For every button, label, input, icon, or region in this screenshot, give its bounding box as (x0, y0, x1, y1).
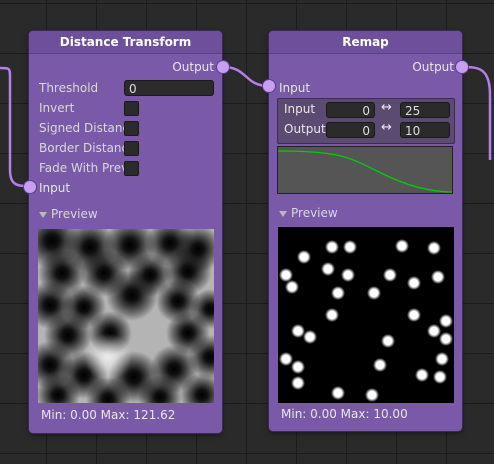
remap-input-port[interactable] (263, 80, 275, 92)
remap-output-port[interactable] (456, 61, 468, 73)
border-distance-checkbox[interactable] (124, 141, 139, 156)
input-from-field[interactable]: 0 (326, 102, 375, 118)
distance-transform-node[interactable]: Distance Transform Output Threshold 0 In… (29, 31, 222, 433)
remap-preview-image (278, 227, 454, 403)
invert-checkbox[interactable] (124, 101, 139, 116)
fade-with-prev-label: Fade With Prev (39, 161, 125, 175)
preview-label: Preview (291, 206, 338, 220)
remap-curve-field[interactable] (277, 146, 453, 194)
input-range-arrow-icon: ↔ (381, 100, 392, 115)
signed-distance-label: Signed Distance (39, 121, 125, 135)
output-port-label: Output (172, 60, 214, 74)
preview-foldout[interactable]: Preview (39, 207, 98, 221)
output-to-field[interactable]: 10 (400, 122, 450, 138)
border-distance-row: Border Distance (39, 139, 219, 157)
node-title: Remap (269, 31, 462, 54)
output-from-field[interactable]: 0 (326, 122, 375, 138)
remap-stats: Min: 0.00 Max: 10.00 (281, 407, 408, 421)
signed-distance-row: Signed Distance (39, 119, 219, 137)
input-to-field[interactable]: 25 (400, 102, 450, 118)
wire-distance-to-remap (222, 65, 270, 88)
invert-row: Invert (39, 99, 219, 117)
fade-with-prev-checkbox[interactable] (124, 161, 139, 176)
distance-stats: Min: 0.00 Max: 121.62 (41, 408, 176, 422)
threshold-field[interactable]: 0 (124, 80, 214, 96)
wire-remap-output (460, 65, 492, 160)
wire-left-input (0, 66, 31, 188)
fade-with-prev-row: Fade With Prev (39, 159, 219, 177)
signed-distance-checkbox[interactable] (124, 121, 139, 136)
distance-input-port[interactable] (24, 181, 36, 193)
remap-node[interactable]: Remap Output Input Input 0 ↔ 25 Output 0… (269, 31, 462, 431)
foldout-triangle-icon (39, 211, 47, 218)
distance-preview-image (38, 229, 214, 403)
output-range-label: Output (284, 122, 326, 136)
preview-foldout[interactable]: Preview (279, 206, 338, 220)
foldout-triangle-icon (279, 210, 287, 217)
input-range-label: Input (284, 102, 316, 116)
output-port-label: Output (412, 60, 454, 74)
distance-output-port[interactable] (217, 61, 229, 73)
node-title: Distance Transform (29, 31, 222, 54)
input-port-label: Input (279, 81, 311, 95)
remap-range-panel: Input 0 ↔ 25 Output 0 ↔ 10 (277, 98, 455, 144)
preview-label: Preview (51, 207, 98, 221)
threshold-label: Threshold (39, 81, 99, 95)
border-distance-label: Border Distance (39, 141, 125, 155)
input-port-label: Input (39, 181, 71, 195)
invert-label: Invert (39, 101, 75, 115)
threshold-row: Threshold 0 (39, 79, 219, 97)
output-range-arrow-icon: ↔ (381, 120, 392, 135)
